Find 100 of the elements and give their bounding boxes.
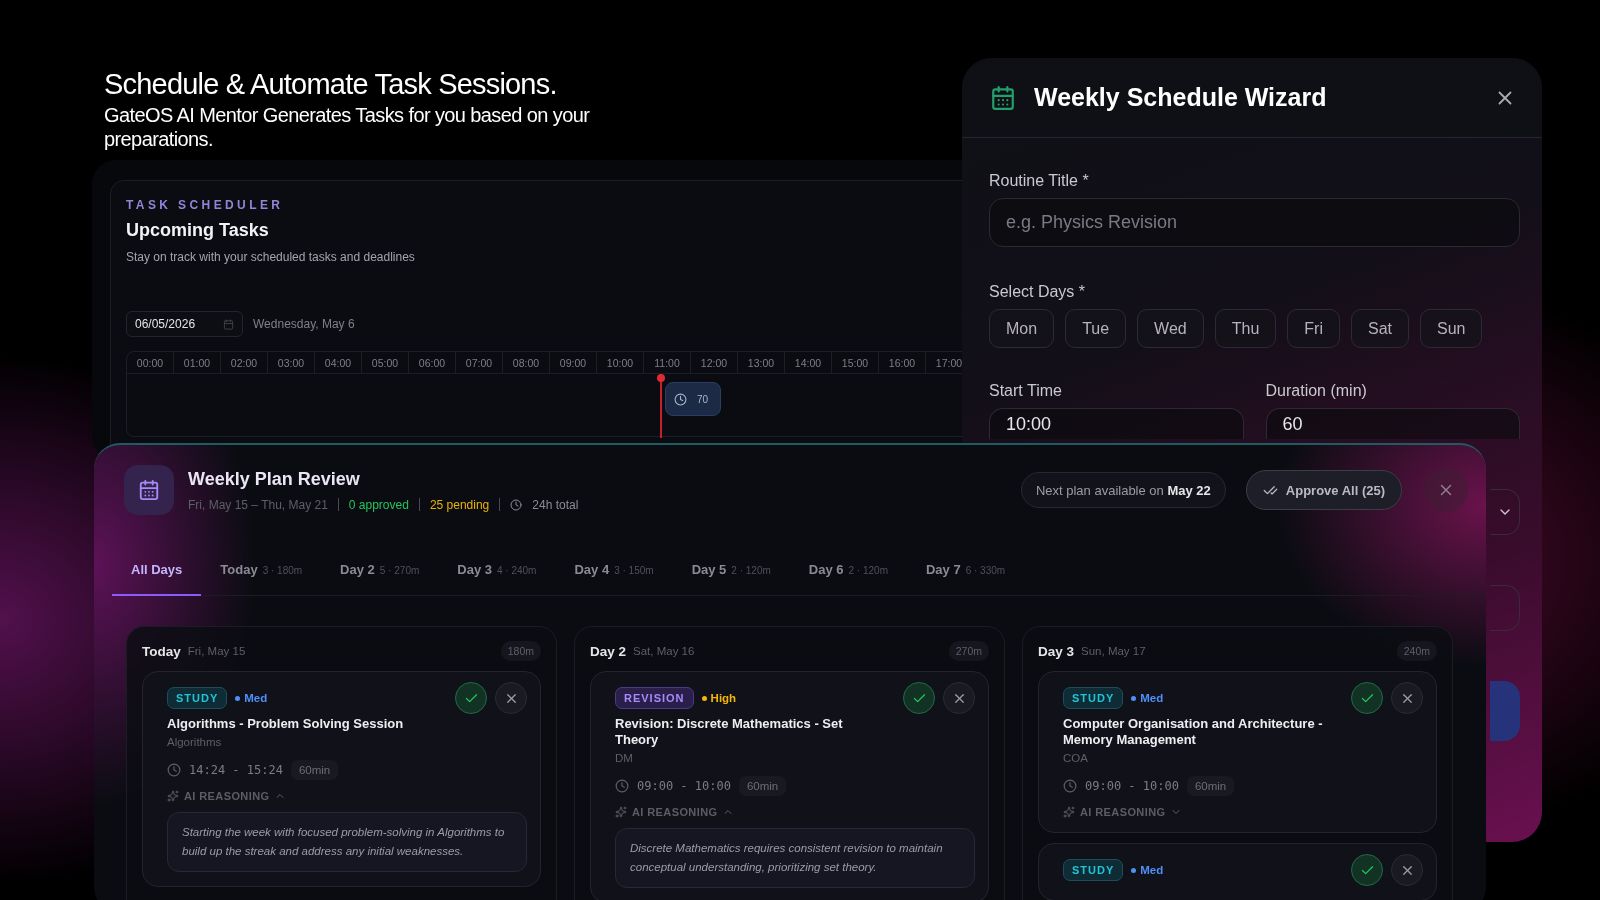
clock-icon bbox=[167, 763, 181, 777]
hour-label: 03:00 bbox=[268, 352, 315, 373]
task-subject: DM bbox=[615, 752, 634, 764]
category-tag: STUDY bbox=[1063, 859, 1124, 881]
routine-title-field[interactable]: e.g. Physics Revision bbox=[989, 198, 1520, 247]
pending-count: 25 pending bbox=[429, 497, 490, 512]
hour-label: 14:00 bbox=[785, 352, 832, 373]
day-total: 180m bbox=[500, 641, 541, 661]
day-name: Day 2 bbox=[590, 643, 627, 659]
day-toggle[interactable]: Wed bbox=[1137, 309, 1204, 348]
task-subject: Algorithms bbox=[167, 736, 223, 748]
hour-label: 05:00 bbox=[362, 352, 409, 373]
duration-badge: 60min bbox=[1186, 776, 1235, 796]
day-date: Sun, May 17 bbox=[1081, 645, 1147, 657]
select-field[interactable] bbox=[1490, 489, 1520, 535]
priority-label: High bbox=[701, 692, 895, 704]
day-tab[interactable]: Day 4 3 · 150m bbox=[555, 551, 673, 596]
hour-label: 08:00 bbox=[503, 352, 550, 373]
input-field[interactable] bbox=[1490, 585, 1520, 631]
day-tab[interactable]: Day 3 4 · 240m bbox=[438, 551, 556, 596]
approve-button[interactable] bbox=[903, 682, 935, 714]
ai-reasoning-text: Starting the week with focused problem-solving in Algorithms to build up the streak and address any initial weaknesses. bbox=[167, 812, 527, 872]
section-subtitle: Stay on track with your scheduled tasks and deadlines bbox=[126, 250, 415, 264]
day-tab[interactable]: Day 2 5 · 270m bbox=[321, 551, 439, 596]
reject-button[interactable] bbox=[1391, 682, 1423, 714]
day-name: Day 3 bbox=[1038, 643, 1075, 659]
hour-label: 09:00 bbox=[550, 352, 597, 373]
hour-label: 01:00 bbox=[174, 352, 221, 373]
calendar-icon bbox=[223, 318, 234, 330]
approve-all-button[interactable]: Approve All (25) bbox=[1245, 470, 1402, 510]
reject-button[interactable] bbox=[1391, 854, 1423, 886]
date-range: Fri, May 15 – Thu, May 21 bbox=[188, 497, 328, 512]
day-tab[interactable]: Day 6 2 · 120m bbox=[789, 551, 907, 596]
day-toggle[interactable]: Mon bbox=[989, 309, 1055, 348]
category-tag: REVISION bbox=[615, 687, 694, 709]
hour-label: 12:00 bbox=[691, 352, 738, 373]
day-toggle[interactable]: Thu bbox=[1214, 309, 1277, 348]
approve-button[interactable] bbox=[1351, 854, 1383, 886]
approve-button[interactable] bbox=[1351, 682, 1383, 714]
day-toggle[interactable]: Sat bbox=[1350, 309, 1409, 348]
clock-icon bbox=[615, 779, 629, 793]
day-date: Sat, May 16 bbox=[633, 645, 696, 657]
headline: Schedule & Automate Task Sessions. bbox=[104, 68, 558, 101]
hour-label: 15:00 bbox=[832, 352, 879, 373]
subheadline: GateOS AI Mentor Generates Tasks for you based on your preparations. bbox=[104, 103, 591, 151]
sparkle-icon bbox=[615, 806, 627, 818]
clock-icon bbox=[1063, 779, 1077, 793]
hour-label: 06:00 bbox=[409, 352, 456, 373]
day-date: Fri, May 15 bbox=[187, 645, 247, 657]
start-time-field[interactable]: 10:00 bbox=[989, 408, 1244, 439]
clock-icon bbox=[674, 392, 687, 406]
duration-badge: 60min bbox=[290, 760, 339, 780]
day-tab[interactable]: Day 5 2 · 120m bbox=[672, 551, 790, 596]
task-time: 14:24 - 15:24 bbox=[189, 763, 283, 777]
hour-label: 16:00 bbox=[879, 352, 926, 373]
task-time: 09:00 - 10:00 bbox=[1085, 779, 1179, 793]
priority-label: Med bbox=[1131, 692, 1343, 704]
day-toggle[interactable]: Sun bbox=[1419, 309, 1483, 348]
task-title: Computer Organisation and Architecture - Memory Management bbox=[1063, 716, 1324, 748]
clock-icon bbox=[510, 498, 523, 511]
day-total: 240m bbox=[1396, 641, 1437, 661]
reject-button[interactable] bbox=[495, 682, 527, 714]
day-toggle[interactable]: Fri bbox=[1287, 309, 1340, 348]
hour-label: 04:00 bbox=[315, 352, 362, 373]
category-tag: STUDY bbox=[1063, 687, 1124, 709]
duration-badge: 60min bbox=[738, 776, 787, 796]
priority-label: Med bbox=[235, 692, 447, 704]
hour-label: 13:00 bbox=[738, 352, 785, 373]
calendar-icon bbox=[124, 465, 174, 515]
task-title: Revision: Discrete Mathematics - Set Theory bbox=[615, 716, 844, 748]
total-hours: 24h total bbox=[532, 497, 579, 512]
day-tab[interactable]: All Days bbox=[112, 551, 202, 596]
approve-button[interactable] bbox=[455, 682, 487, 714]
hour-label: 02:00 bbox=[221, 352, 268, 373]
task-subject: COA bbox=[1063, 752, 1089, 764]
day-toggle[interactable]: Tue bbox=[1065, 309, 1127, 348]
section-eyebrow: TASK SCHEDULER bbox=[126, 198, 284, 212]
review-title: Weekly Plan Review bbox=[188, 468, 361, 490]
day-total: 270m bbox=[948, 641, 989, 661]
field-label: Duration (min) bbox=[1265, 382, 1368, 400]
hour-label: 07:00 bbox=[456, 352, 503, 373]
field-label: Routine Title * bbox=[989, 172, 1090, 190]
current-time-marker bbox=[660, 374, 662, 438]
task-block[interactable]: 70 bbox=[665, 382, 721, 416]
next-plan-notice: Next plan available on May 22 bbox=[1020, 472, 1226, 508]
date-label: Wednesday, May 6 bbox=[253, 317, 355, 331]
field-label: Start Time bbox=[989, 382, 1063, 400]
date-field[interactable]: 06/05/2026 bbox=[126, 311, 243, 337]
reject-button[interactable] bbox=[943, 682, 975, 714]
day-tab[interactable]: Day 7 6 · 330m bbox=[906, 551, 1025, 596]
hour-label: 11:00 bbox=[644, 352, 691, 373]
section-title: Upcoming Tasks bbox=[126, 220, 269, 241]
calendar-icon bbox=[990, 84, 1016, 111]
ai-reasoning-text: Discrete Mathematics requires consistent revision to maintain conceptual understanding, prioritizing set theory. bbox=[615, 828, 975, 888]
task-time: 09:00 - 10:00 bbox=[637, 779, 731, 793]
hour-label: 00:00 bbox=[127, 352, 174, 373]
day-tab[interactable]: Today 3 · 180m bbox=[201, 551, 322, 596]
duration-field[interactable]: 60 bbox=[1265, 408, 1520, 439]
task-title: Algorithms - Problem Solving Session bbox=[167, 716, 405, 732]
approved-count: 0 approved bbox=[348, 497, 409, 512]
